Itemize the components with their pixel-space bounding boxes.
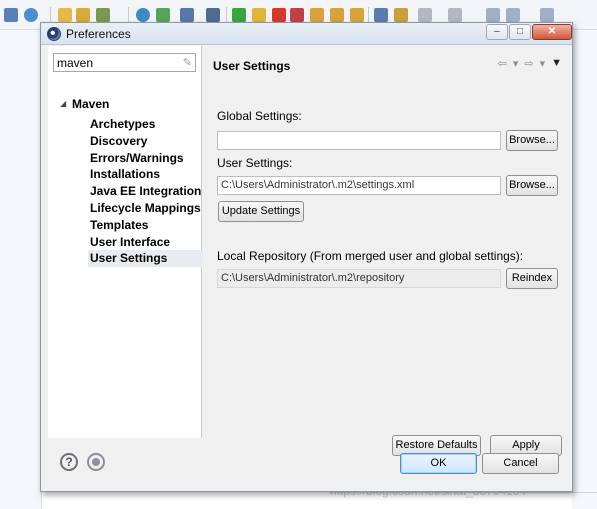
globe-icon[interactable] <box>136 8 150 22</box>
ide-side-strip <box>0 30 42 509</box>
expanded-arrow-icon[interactable]: ◢ <box>60 99 66 108</box>
page-nav: ⇦ ▾ ⇨ ▾ ▼ <box>498 57 562 70</box>
title-bar[interactable]: Preferences – □ ✕ <box>41 23 572 45</box>
back-icon[interactable]: ⇦ <box>498 57 507 70</box>
maximize-icon[interactable]: □ <box>509 24 531 40</box>
help-icon[interactable]: ? <box>60 453 78 471</box>
filter-input[interactable] <box>54 54 174 71</box>
user-browse-button[interactable]: Browse... <box>506 175 558 196</box>
tree-root-label: Maven <box>72 97 110 111</box>
pen-icon[interactable] <box>96 8 110 22</box>
user-settings-field[interactable]: C:\Users\Administrator\.m2\settings.xml <box>217 176 501 195</box>
folder-icon[interactable] <box>58 8 72 22</box>
dialog-footer: ? OK Cancel <box>48 439 572 491</box>
eclipse-icon <box>47 27 61 41</box>
back-arrow-icon[interactable] <box>486 8 500 22</box>
search-icon[interactable] <box>206 8 220 22</box>
resume-icon[interactable] <box>232 8 246 22</box>
step-into-icon[interactable] <box>310 8 324 22</box>
global-settings-field[interactable] <box>217 131 501 150</box>
tree-item-lifecycle-mappings[interactable]: Lifecycle Mappings <box>88 200 203 217</box>
tree-item-installations[interactable]: Installations <box>88 166 203 183</box>
sync-icon[interactable] <box>156 8 170 22</box>
next-annotation-icon[interactable] <box>448 8 462 22</box>
local-repository-field: C:\Users\Administrator\.m2\repository <box>217 269 501 288</box>
tree-item-java-ee-integration[interactable]: Java EE Integration <box>88 183 203 200</box>
view-menu-icon[interactable]: ▼ <box>551 57 562 70</box>
tree-item-discovery[interactable]: Discovery <box>88 133 203 150</box>
cancel-button[interactable]: Cancel <box>482 453 559 474</box>
annotation-icon[interactable] <box>418 8 432 22</box>
ok-button[interactable]: OK <box>400 453 477 474</box>
tree-item-user-interface[interactable]: User Interface <box>88 234 203 251</box>
tree-item-user-settings[interactable]: User Settings <box>88 250 204 268</box>
update-settings-button[interactable]: Update Settings <box>218 201 304 222</box>
user-settings-label: User Settings: <box>217 156 293 170</box>
back-icon[interactable] <box>506 8 520 22</box>
preferences-dialog: Preferences – □ ✕ ✎ ◢ Maven Archetypes D… <box>40 22 573 492</box>
back-menu-icon[interactable]: ▾ <box>513 57 519 70</box>
user-settings-page: User Settings ⇦ ▾ ⇨ ▾ ▼ Global Settings:… <box>203 46 572 456</box>
window-title: Preferences <box>66 27 131 41</box>
open-folder-icon[interactable] <box>76 8 90 22</box>
tools-icon[interactable] <box>394 8 408 22</box>
gear-icon[interactable] <box>24 8 38 22</box>
close-icon[interactable]: ✕ <box>532 24 572 40</box>
filter-field[interactable]: ✎ <box>53 53 196 72</box>
tree-item-archetypes[interactable]: Archetypes <box>88 116 203 133</box>
monitor-icon[interactable] <box>180 8 194 22</box>
ide-right-edge <box>572 30 597 509</box>
disconnect-icon[interactable] <box>290 8 304 22</box>
debug-icon[interactable] <box>4 8 18 22</box>
terminate-icon[interactable] <box>272 8 286 22</box>
tree-item-templates[interactable]: Templates <box>88 217 203 234</box>
tree-item-errors-warnings[interactable]: Errors/Warnings <box>88 150 203 167</box>
forward-icon[interactable]: ⇨ <box>524 57 533 70</box>
page-title: User Settings <box>213 59 291 73</box>
local-repository-label: Local Repository (From merged user and g… <box>217 249 524 263</box>
clear-filter-icon[interactable]: ✎ <box>183 56 192 69</box>
forward-icon[interactable] <box>540 8 554 22</box>
tree-children: Archetypes Discovery Errors/Warnings Ins… <box>88 116 204 268</box>
suspend-icon[interactable] <box>252 8 266 22</box>
global-settings-label: Global Settings: <box>217 109 302 123</box>
record-icon[interactable] <box>87 453 105 471</box>
reindex-button[interactable]: Reindex <box>506 268 558 289</box>
list-icon[interactable] <box>374 8 388 22</box>
step-over-icon[interactable] <box>330 8 344 22</box>
forward-menu-icon[interactable]: ▾ <box>540 57 546 70</box>
step-return-icon[interactable] <box>350 8 364 22</box>
global-browse-button[interactable]: Browse... <box>506 130 558 151</box>
preference-tree-pane: ✎ ◢ Maven Archetypes Discovery Errors/Wa… <box>48 46 204 438</box>
minimize-icon[interactable]: – <box>486 24 508 40</box>
